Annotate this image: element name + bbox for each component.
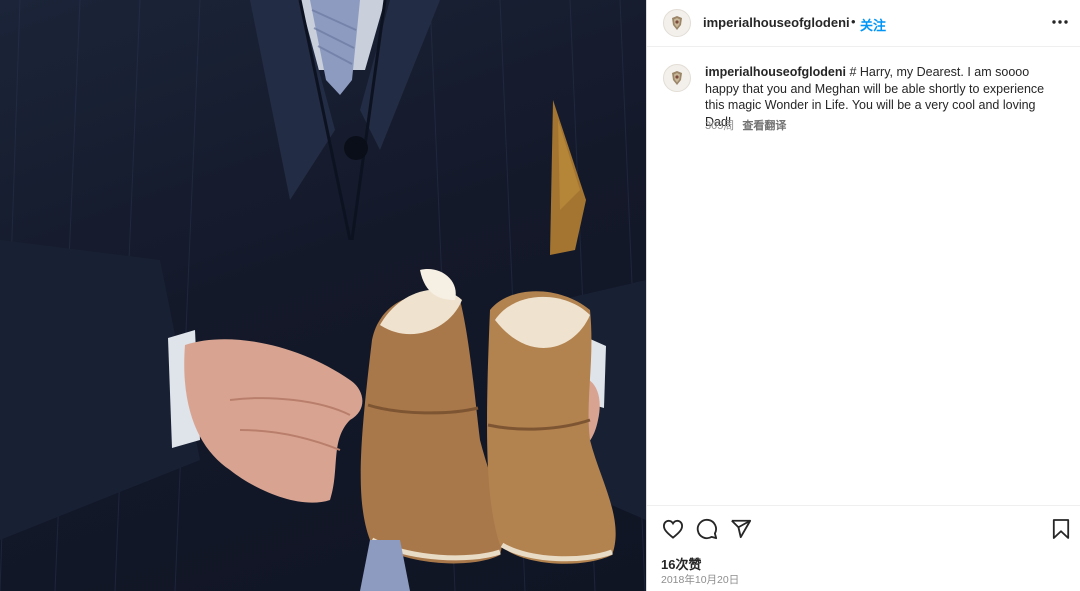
heart-icon[interactable] [660,516,686,542]
separator-dot: • [851,14,856,29]
caption-meta: 305周 查看翻译 [705,117,786,133]
bookmark-icon[interactable] [1048,516,1074,542]
caption-avatar[interactable] [663,64,691,92]
send-icon[interactable] [728,516,754,542]
translate-link[interactable]: 查看翻译 [742,120,786,132]
caption-username[interactable]: imperialhouseofglodeni [705,65,846,79]
more-horizontal-icon[interactable] [1048,10,1072,34]
follow-button[interactable]: 关注 [860,15,886,34]
post-detail-panel: imperialhouseofglodeni • 关注 imperialhous… [647,0,1080,591]
post-header: imperialhouseofglodeni • 关注 [647,0,1080,47]
post-date: 2018年10月20日 [661,574,740,586]
post-age: 305周 [705,120,735,132]
avatar[interactable] [663,9,691,37]
comment-icon[interactable] [694,516,720,542]
actions-divider [647,505,1080,506]
photo-illustration [0,0,646,591]
crest-icon [672,16,682,30]
like-count[interactable]: 16次赞 [661,554,701,573]
header-username[interactable]: imperialhouseofglodeni [703,15,850,30]
crest-icon [672,71,682,85]
post-photo[interactable] [0,0,646,591]
